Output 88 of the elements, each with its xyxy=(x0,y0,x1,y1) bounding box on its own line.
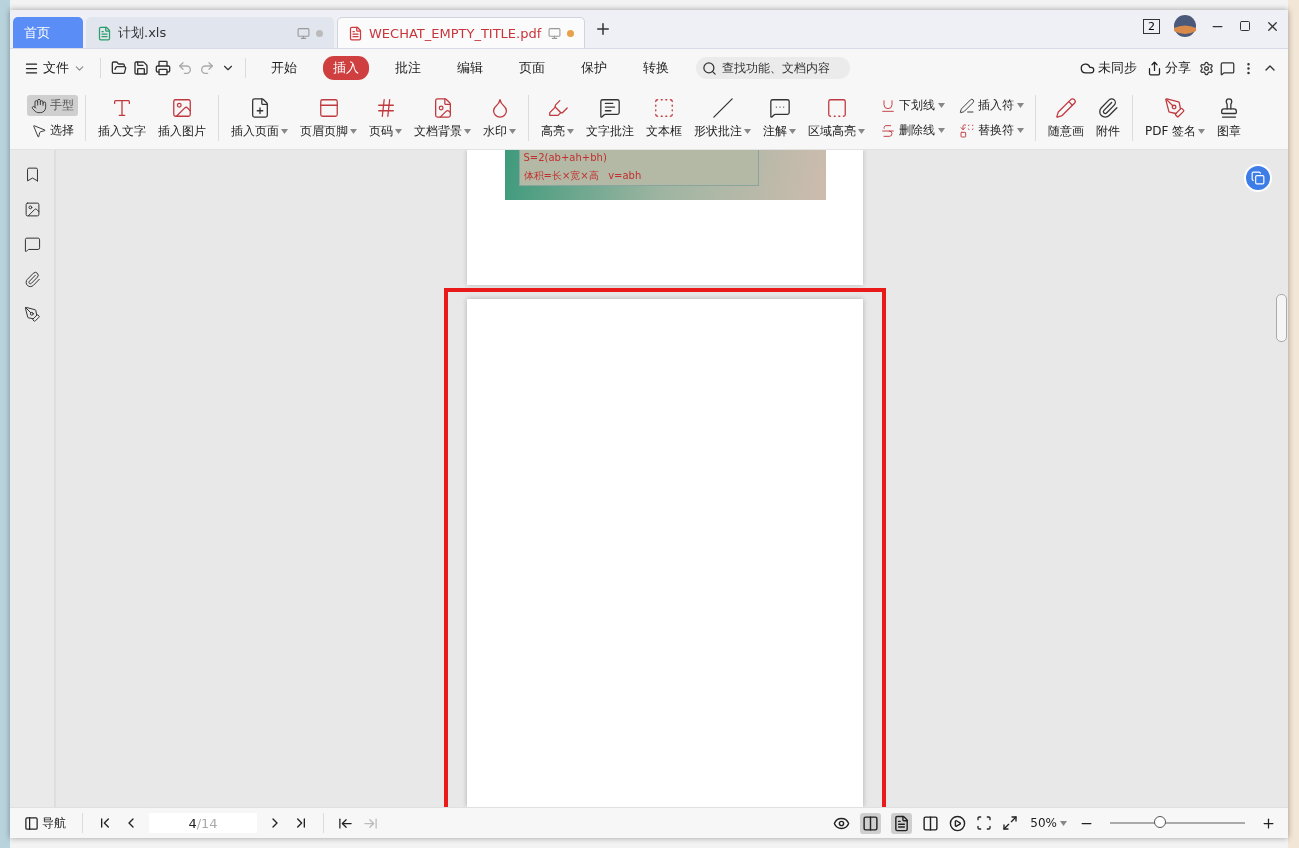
zoom-dropdown[interactable]: 50% xyxy=(1028,816,1069,830)
document-tab[interactable]: 计划.xls xyxy=(86,17,334,48)
tool-button[interactable]: 区域高亮 xyxy=(803,94,870,142)
monitor-icon[interactable] xyxy=(548,26,561,40)
underline-icon xyxy=(880,97,896,114)
textbox-icon xyxy=(653,96,675,119)
menu-icon xyxy=(24,60,39,76)
slider-thumb[interactable] xyxy=(1153,816,1166,828)
search-icon xyxy=(702,60,717,76)
paperclip-icon xyxy=(1097,96,1119,119)
ribbon-tab[interactable]: 插入 xyxy=(323,56,369,80)
window-count[interactable]: 2 xyxy=(1143,18,1160,34)
page-header-icon xyxy=(317,96,340,119)
image-icon[interactable] xyxy=(23,201,41,218)
hand-icon xyxy=(31,97,47,114)
tool-button[interactable]: 页码 xyxy=(364,94,407,142)
play-icon[interactable] xyxy=(949,814,967,832)
settings-icon[interactable] xyxy=(1199,60,1214,76)
tool-button[interactable]: 文档背景 xyxy=(409,94,476,142)
ribbon-tab[interactable]: 页面 xyxy=(509,56,555,80)
pen-nib-icon xyxy=(1164,96,1187,119)
tool-button[interactable]: 选择 xyxy=(27,120,78,141)
tool-button[interactable]: 下划线 xyxy=(876,95,949,116)
tool-button[interactable]: 替换符 xyxy=(955,120,1028,141)
navigation-button[interactable]: 导航 xyxy=(22,814,68,832)
tool-button[interactable]: 高亮 xyxy=(536,94,579,142)
share-icon xyxy=(1147,60,1162,76)
ribbon-tab[interactable]: 转换 xyxy=(633,56,679,80)
ribbon-tab[interactable]: 开始 xyxy=(261,56,307,80)
tool-button[interactable]: 手型 xyxy=(27,95,78,116)
image-icon xyxy=(171,96,193,119)
cloud-icon xyxy=(1080,60,1095,76)
tool-button[interactable]: 形状批注 xyxy=(689,94,756,142)
pointer-icon xyxy=(31,122,47,139)
insert-mark-icon xyxy=(959,97,975,114)
formula-text: 体积=长×宽×高 v=abh xyxy=(523,169,643,183)
copy-icon xyxy=(1251,171,1265,185)
actual-size-icon[interactable] xyxy=(976,815,993,831)
file-menu[interactable]: 文件 xyxy=(20,57,90,79)
avatar-icon[interactable] xyxy=(1174,15,1196,37)
search-field[interactable]: 查找功能、文档内容 xyxy=(696,57,850,79)
tool-button[interactable]: 文本框 xyxy=(641,94,687,142)
message-icon[interactable] xyxy=(1220,60,1235,76)
ribbon-tab[interactable]: 保护 xyxy=(571,56,617,80)
replace-mark-icon xyxy=(959,122,975,139)
spreadsheet-icon xyxy=(97,25,112,41)
tool-button[interactable]: 插入页面 xyxy=(226,94,293,142)
tool-button[interactable]: PDF 签名 xyxy=(1140,94,1211,142)
comment-icon[interactable] xyxy=(23,236,41,253)
line-icon xyxy=(711,96,734,119)
tool-button[interactable]: 水印 xyxy=(478,94,521,142)
tool-button[interactable]: 注解 xyxy=(758,94,801,142)
tool-button[interactable]: 随意画 xyxy=(1043,94,1089,142)
document-tab[interactable]: WECHAT_EMPTY_TITLE.pdf xyxy=(337,17,585,48)
text-note-icon xyxy=(599,96,621,119)
tool-button[interactable]: 文字批注 xyxy=(581,94,639,142)
print-icon[interactable] xyxy=(155,60,171,76)
tool-button[interactable]: 插入文字 xyxy=(93,94,151,142)
page-number-field[interactable]: 4/14 xyxy=(149,813,257,833)
caret-icon xyxy=(1060,820,1067,826)
tool-button[interactable]: 页眉页脚 xyxy=(295,94,362,142)
pen-nib-icon[interactable] xyxy=(23,306,41,323)
single-page-icon[interactable] xyxy=(891,812,913,834)
new-tab-icon[interactable] xyxy=(594,20,612,38)
two-page-icon[interactable] xyxy=(922,814,940,832)
area-highlight-icon xyxy=(825,96,848,119)
save-icon[interactable] xyxy=(133,60,149,76)
comment-icon xyxy=(768,96,791,119)
tool-button[interactable]: 附件 xyxy=(1091,94,1125,142)
formula-text: S=2(ab+ah+bh) xyxy=(523,152,608,163)
panel-icon xyxy=(24,815,39,831)
floating-action-button[interactable] xyxy=(1244,164,1272,192)
pencil-icon xyxy=(1055,96,1077,119)
sync-button[interactable]: 未同步 xyxy=(1078,59,1139,77)
tool-button[interactable]: 插入图片 xyxy=(153,94,211,142)
zoom-in-icon[interactable] xyxy=(1261,815,1276,831)
scrollbar-thumb[interactable] xyxy=(1275,294,1287,342)
paperclip-icon[interactable] xyxy=(23,271,41,288)
ribbon-tab[interactable]: 编辑 xyxy=(447,56,493,80)
share-button[interactable]: 分享 xyxy=(1145,59,1193,77)
ribbon-tab[interactable]: 批注 xyxy=(385,56,431,80)
tool-button[interactable]: 插入符 xyxy=(955,95,1028,116)
pdf-file-icon xyxy=(348,25,363,41)
strikethrough-icon xyxy=(880,122,896,139)
maximize-icon[interactable] xyxy=(1239,20,1251,32)
tool-button[interactable]: 图章 xyxy=(1212,94,1247,142)
tool-button[interactable]: 删除线 xyxy=(876,120,949,141)
folder-icon[interactable] xyxy=(111,60,127,76)
